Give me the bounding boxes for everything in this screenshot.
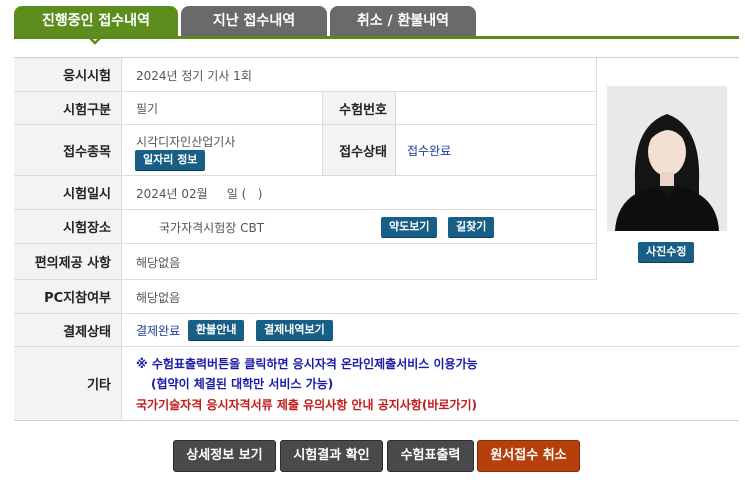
tab-past[interactable]: 지난 접수내역 (181, 6, 327, 36)
cancel-application-button[interactable]: 원서접수 취소 (477, 440, 580, 472)
label-payment: 결제상태 (14, 314, 122, 346)
value-exam: 2024년 정기 기사 1회 (136, 69, 252, 83)
exam-result-button[interactable]: 시험결과 확인 (280, 440, 383, 472)
row-payment: 결제상태 결제완료 환불안내 결제내역보기 (14, 314, 739, 347)
row-field: 접수종목 시각디자인산업기사 일자리 정보 접수상태 접수완료 (14, 125, 596, 176)
job-info-button[interactable]: 일자리 정보 (135, 150, 206, 170)
application-detail-table: 응시시험 2024년 정기 기사 1회 시험구분 필기 수험번호 접수종목 시각… (14, 57, 739, 421)
edit-photo-button[interactable]: 사진수정 (638, 242, 695, 262)
label-field: 접수종목 (14, 125, 122, 175)
value-place: 국가자격시험장 CBT (159, 221, 265, 235)
row-pc: PC지참여부 해당없음 (14, 280, 739, 314)
label-etc: 기타 (14, 347, 122, 420)
payment-history-button[interactable]: 결제내역보기 (256, 320, 333, 340)
refund-guide-button[interactable]: 환불안내 (188, 320, 245, 340)
row-exam: 응시시험 2024년 정기 기사 1회 (14, 58, 596, 92)
label-exam-number: 수험번호 (322, 92, 396, 124)
directions-button[interactable]: 길찾기 (448, 217, 495, 237)
chevron-down-icon (89, 37, 101, 45)
tab-bar: 진행중인 접수내역 지난 접수내역 취소 / 환불내역 (14, 6, 739, 39)
label-pc: PC지참여부 (14, 280, 122, 313)
value-payment: 결제완료 (136, 324, 181, 338)
label-convenience: 편의제공 사항 (14, 244, 122, 279)
etc-notice-line1: ※ 수험표출력버튼을 클릭하면 응시자격 온라인제출서비스 이용가능 (136, 357, 478, 371)
label-date: 시험일시 (14, 176, 122, 209)
details-button[interactable]: 상세정보 보기 (173, 440, 276, 472)
value-category: 필기 (136, 102, 159, 116)
label-place: 시험장소 (14, 210, 122, 243)
row-convenience: 편의제공 사항 해당없음 (14, 244, 596, 280)
value-pc: 해당없음 (136, 291, 181, 305)
value-date: 2024년 02월 일 ( ) (136, 187, 263, 201)
label-category: 시험구분 (14, 92, 122, 124)
row-category: 시험구분 필기 수험번호 (14, 92, 596, 125)
value-convenience: 해당없음 (136, 256, 181, 270)
map-button[interactable]: 약도보기 (381, 217, 438, 237)
tab-cancel-refund[interactable]: 취소 / 환불내역 (330, 6, 476, 36)
value-status: 접수완료 (407, 144, 452, 158)
etc-notice-line2: (협약이 체결된 대학만 서비스 가능) (151, 377, 334, 391)
row-date: 시험일시 2024년 02월 일 ( ) (14, 176, 596, 210)
tab-ongoing[interactable]: 진행중인 접수내역 (14, 6, 178, 36)
label-status: 접수상태 (322, 125, 396, 175)
value-field: 시각디자인산업기사 (136, 135, 236, 149)
person-silhouette-icon (607, 86, 727, 231)
print-ticket-button[interactable]: 수험표출력 (387, 440, 474, 472)
photo-cell: 사진수정 (596, 58, 740, 280)
applicant-photo (607, 86, 727, 231)
row-place: 시험장소 국가자격시험장 CBT 약도보기 길찾기 (14, 210, 596, 244)
document-notice-link[interactable]: 국가기술자격 응시자격서류 제출 유의사항 안내 공지사항(바로가기) (136, 396, 477, 413)
label-exam: 응시시험 (14, 58, 122, 91)
